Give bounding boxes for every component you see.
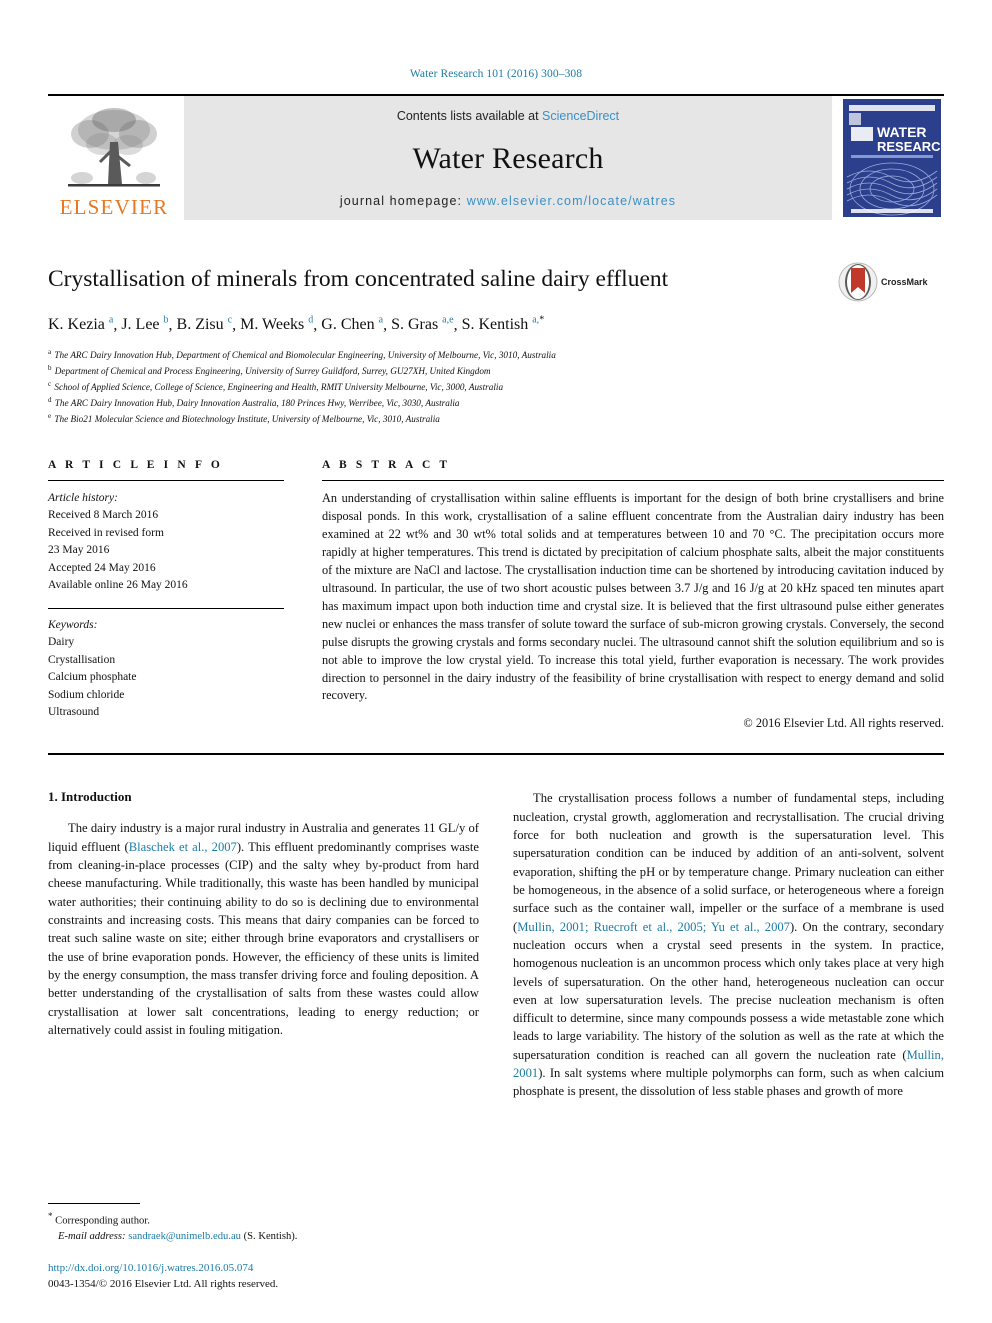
- info-abstract-section: A R T I C L E I N F O Article history: R…: [48, 459, 944, 731]
- citation-link[interactable]: Mullin, 2001; Ruecroft et al., 2005; Yu …: [517, 920, 790, 934]
- history-item: Received 8 March 2016: [48, 509, 159, 522]
- email-owner: (S. Kentish).: [243, 1231, 298, 1243]
- author-item: G. Chen a: [321, 315, 384, 334]
- running-head: Water Research 101 (2016) 300–308: [409, 68, 583, 80]
- author-item: S. Gras a,e: [391, 315, 454, 334]
- history-item: Available online 26 May 2016: [48, 579, 188, 592]
- keyword-item: Crystallisation: [48, 653, 116, 666]
- citation-link[interactable]: Blaschek et al., 2007: [129, 840, 237, 854]
- affiliation-item: a The ARC Dairy Innovation Hub, Departme…: [48, 348, 556, 361]
- affiliation-text: School of Applied Science, College of Sc…: [54, 382, 504, 393]
- keyword-item: Sodium chloride: [48, 688, 125, 701]
- elsevier-tree-icon: [68, 108, 160, 187]
- author-list: K. Kezia a, J. Lee b, B. Zisu c, M. Week…: [48, 315, 545, 334]
- contents-available-line: Contents lists available at ScienceDirec…: [397, 109, 619, 123]
- abstract-copyright: © 2016 Elsevier Ltd. All rights reserved…: [743, 716, 944, 731]
- author-item: M. Weeks d: [240, 315, 314, 334]
- footnote-block: * Corresponding author. E-mail address: …: [48, 1202, 478, 1293]
- keywords-list: Dairy Crystallisation Calcium phosphate …: [48, 634, 284, 721]
- intro-text-part2: ). This effluent predominantly comprises…: [48, 839, 479, 1037]
- affiliation-item: b Department of Chemical and Process Eng…: [48, 364, 491, 377]
- journal-homepage-line: journal homepage: www.elsevier.com/locat…: [340, 194, 676, 208]
- asterisk-icon: *: [48, 1210, 53, 1221]
- article-history-list: Received 8 March 2016 Received in revise…: [48, 507, 284, 594]
- keyword-item: Calcium phosphate: [48, 671, 137, 684]
- affiliation-text: The ARC Dairy Innovation Hub, Dairy Inno…: [54, 398, 460, 409]
- elsevier-logo: ELSEVIER: [48, 96, 180, 220]
- history-item: 23 May 2016: [48, 544, 110, 557]
- journal-title: Water Research: [412, 141, 604, 175]
- journal-header-band: ELSEVIER Contents lists available at Sci…: [48, 94, 944, 220]
- divider: [48, 479, 284, 481]
- abstract-column: A B S T R A C T An understanding of crys…: [322, 459, 944, 731]
- crossmark-icon: [838, 262, 878, 302]
- sciencedirect-link[interactable]: ScienceDirect: [542, 109, 619, 123]
- section-heading-introduction: 1. Introduction: [48, 789, 132, 805]
- intro-right-part2: ). On the contrary, secondary nucleation…: [513, 919, 944, 1062]
- affiliation-text: Department of Chemical and Process Engin…: [54, 366, 491, 377]
- history-item: Received in revised form: [48, 526, 164, 539]
- divider: [48, 607, 284, 609]
- paper-page: Water Research 101 (2016) 300–308 ELSEVI…: [0, 0, 992, 1323]
- author-item: K. Kezia a: [48, 315, 114, 334]
- abstract-heading: A B S T R A C T: [322, 458, 451, 471]
- svg-text:WATER: WATER: [877, 124, 927, 140]
- corresponding-author-note: * Corresponding author. E-mail address: …: [48, 1210, 478, 1245]
- affiliation-item: d The ARC Dairy Innovation Hub, Dairy In…: [48, 396, 460, 409]
- abstract-text: An understanding of crystallisation with…: [322, 490, 944, 703]
- email-label: E-mail address:: [58, 1231, 126, 1243]
- intro-paragraph-right: The crystallisation process follows a nu…: [513, 789, 944, 1100]
- author-item: J. Lee b: [121, 315, 169, 334]
- divider: [48, 753, 944, 756]
- elsevier-wordmark: ELSEVIER: [59, 195, 169, 219]
- doi-link[interactable]: http://dx.doi.org/10.1016/j.watres.2016.…: [48, 1261, 478, 1277]
- affiliation-text: The Bio21 Molecular Science and Biotechn…: [54, 414, 440, 425]
- journal-header-center: Contents lists available at ScienceDirec…: [184, 96, 832, 220]
- svg-text:RESEARCH: RESEARCH: [877, 139, 941, 154]
- body-columns: 1. Introduction The dairy industry is a …: [48, 789, 944, 1100]
- issn-copyright-line: 0043-1354/© 2016 Elsevier Ltd. All right…: [48, 1278, 279, 1291]
- crossmark-label: CrossMark: [881, 277, 928, 287]
- intro-right-part3: ). In salt systems where multiple polymo…: [513, 1066, 944, 1099]
- intro-paragraph-left: The dairy industry is a major rural indu…: [48, 819, 479, 1039]
- article-info-column: A R T I C L E I N F O Article history: R…: [48, 459, 284, 731]
- keyword-item: Dairy: [48, 636, 75, 649]
- author-item: B. Zisu c: [176, 315, 233, 334]
- footnote-divider: [48, 1202, 140, 1204]
- homepage-link[interactable]: www.elsevier.com/locate/watres: [467, 194, 676, 208]
- author-item: S. Kentish a,*: [461, 315, 545, 334]
- intro-right-part1: The crystallisation process follows a nu…: [513, 791, 944, 934]
- journal-cover-thumbnail-icon: WATER RESEARCH: [843, 99, 941, 217]
- keyword-item: Ultrasound: [48, 706, 100, 719]
- affiliation-list: a The ARC Dairy Innovation Hub, Departme…: [48, 347, 944, 427]
- journal-cover: WATER RESEARCH: [840, 96, 944, 220]
- affiliation-item: c School of Applied Science, College of …: [48, 380, 504, 393]
- affiliation-text: The ARC Dairy Innovation Hub, Department…: [54, 350, 556, 361]
- crossmark-badge[interactable]: CrossMark: [838, 260, 944, 304]
- divider: [322, 479, 944, 481]
- page-title: Crystallisation of minerals from concent…: [48, 266, 669, 292]
- article-history-label: Article history:: [48, 491, 118, 504]
- keywords-label: Keywords:: [48, 618, 98, 631]
- affiliation-item: e The Bio21 Molecular Science and Biotec…: [48, 412, 440, 425]
- history-item: Accepted 24 May 2016: [48, 561, 156, 574]
- article-info-heading: A R T I C L E I N F O: [48, 458, 223, 471]
- body-column-right: The crystallisation process follows a nu…: [513, 789, 944, 1100]
- contents-prefix: Contents lists available at: [396, 109, 543, 123]
- homepage-prefix: journal homepage:: [339, 194, 467, 208]
- body-column-left: 1. Introduction The dairy industry is a …: [48, 789, 479, 1100]
- title-block: Crystallisation of minerals from concent…: [48, 262, 944, 302]
- doi-block: http://dx.doi.org/10.1016/j.watres.2016.…: [48, 1261, 478, 1293]
- corresponding-author-label: Corresponding author.: [55, 1215, 150, 1227]
- email-link[interactable]: sandraek@unimelb.edu.au: [128, 1231, 241, 1242]
